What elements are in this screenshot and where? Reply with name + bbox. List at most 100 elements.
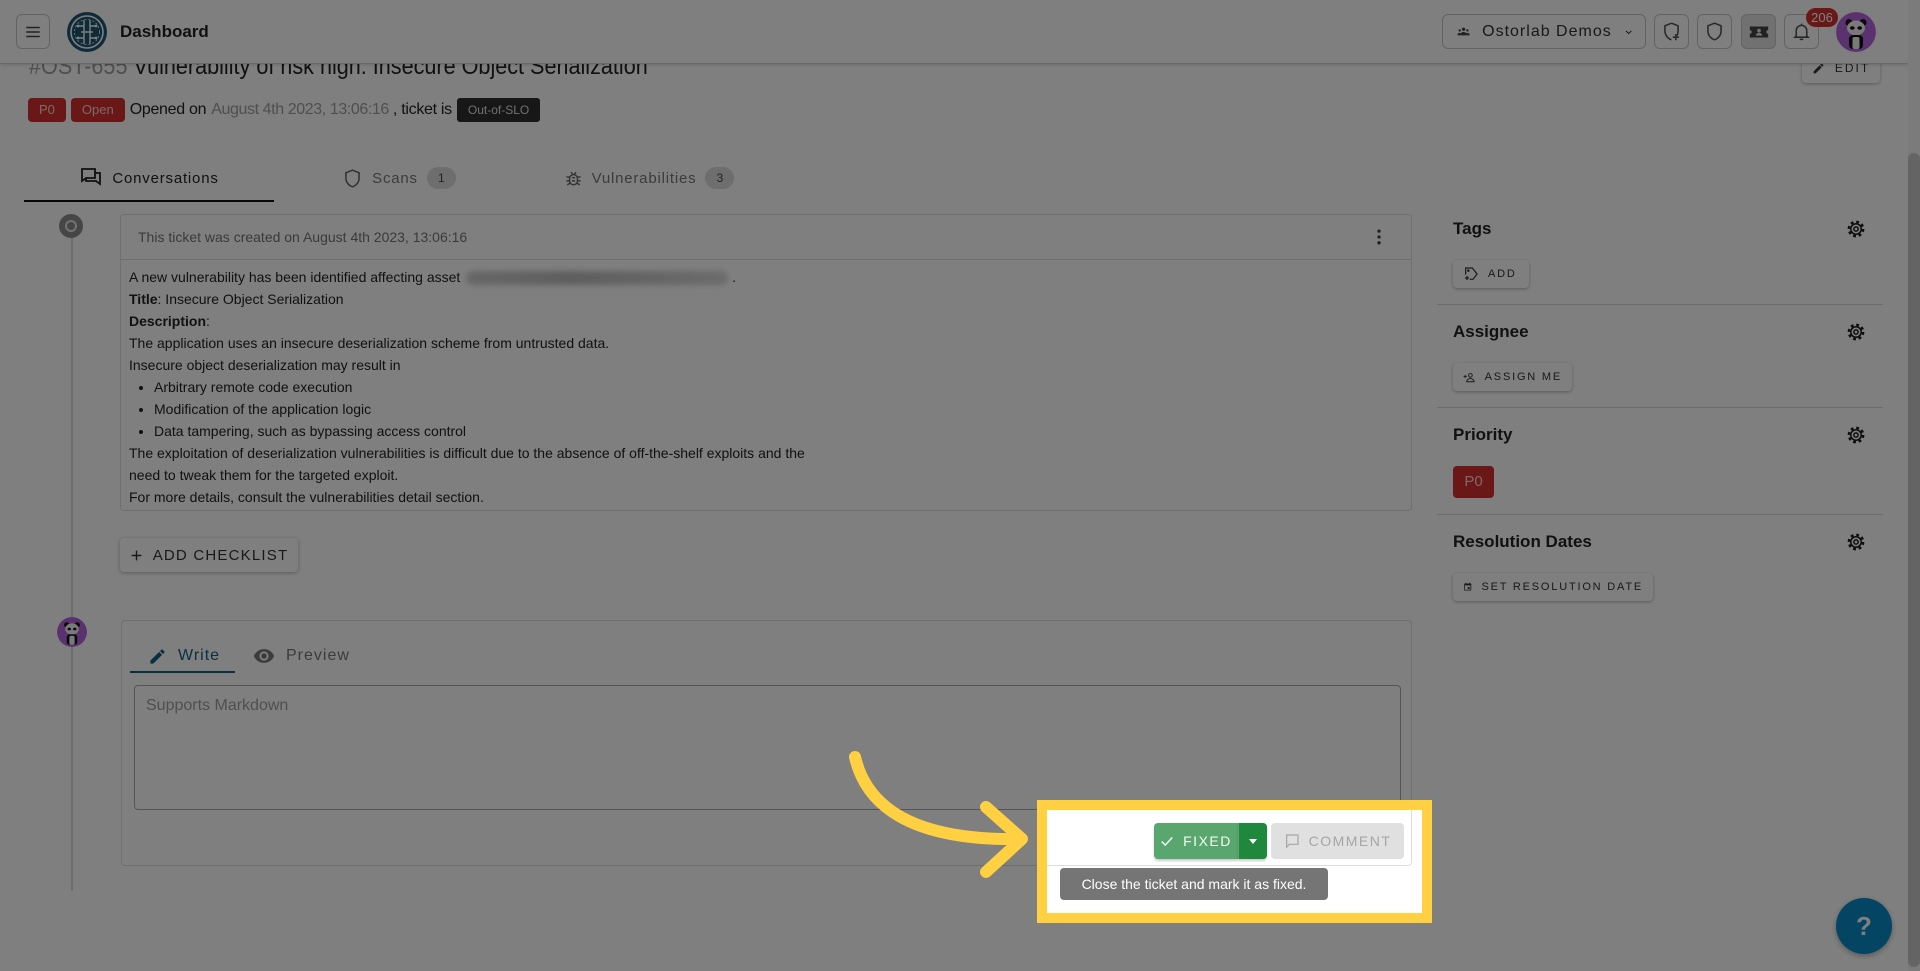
list-item: Modification of the application logic [154, 398, 1403, 420]
description-text: The application uses an insecure deseria… [129, 335, 610, 351]
description-text: Insecure object deserialization may resu… [129, 357, 401, 373]
plus-icon [131, 550, 142, 560]
tab-preview[interactable]: Preview [241, 641, 361, 671]
tab-conversations[interactable]: Conversations [24, 156, 274, 200]
gear-icon[interactable] [1846, 532, 1866, 552]
user-avatar[interactable] [1836, 12, 1876, 52]
priority-badge: P0 [28, 98, 66, 122]
intro-line: A new vulnerability has been identified … [129, 266, 1403, 288]
assignee-title: Assignee [1453, 322, 1529, 341]
comment-label: COMMENT [1308, 833, 1392, 849]
timeline-line [71, 226, 73, 891]
page-scrollbar[interactable] [1908, 0, 1920, 971]
slo-badge: Out-of-SLO [456, 98, 541, 122]
tab-scans[interactable]: Scans 1 [274, 156, 524, 200]
status-badge: Open [70, 98, 125, 122]
tab-count-badge: 1 [426, 167, 456, 189]
exploitation-text: The exploitation of deserialization vuln… [129, 445, 805, 461]
comment-author-avatar [57, 617, 87, 647]
chevron-down-icon [1625, 29, 1632, 34]
set-resolution-date-label: SET RESOLUTION DATE [1481, 581, 1643, 593]
section-divider [1437, 407, 1883, 408]
title-label: Title [129, 291, 158, 307]
hamburger-icon [26, 26, 40, 37]
scans-button[interactable] [1697, 14, 1732, 49]
priority-value-badge: P0 [1453, 466, 1494, 498]
more-options-icon[interactable] [1369, 227, 1389, 247]
resolution-dates-title: Resolution Dates [1453, 532, 1592, 551]
add-tag-button[interactable]: ADD [1453, 260, 1529, 288]
intro-suffix: . [728, 269, 737, 285]
eye-icon [253, 649, 275, 663]
ticket-is-label: , ticket is [392, 101, 452, 118]
app-title: Dashboard [120, 22, 209, 41]
active-editor-tab-indicator [130, 671, 235, 673]
list-item: Arbitrary remote code execution [154, 376, 1403, 398]
tab-label: Vulnerabilities [591, 169, 697, 187]
ticket-description-card: This ticket was created on August 4th 20… [120, 214, 1412, 511]
add-checklist-button[interactable]: ADD CHECKLIST [120, 538, 298, 572]
opened-on-label: Opened on [129, 101, 207, 118]
card-header: This ticket was created on August 4th 20… [121, 215, 1411, 260]
preview-label: Preview [286, 647, 350, 664]
gear-icon[interactable] [1846, 425, 1866, 445]
priority-title: Priority [1453, 425, 1513, 444]
section-divider [1437, 514, 1883, 515]
shield-icon [1707, 22, 1722, 41]
tab-count-badge: 3 [705, 167, 735, 189]
description-suffix: : [206, 313, 210, 329]
created-text: This ticket was created on August 4th 20… [138, 229, 468, 245]
list-item: Data tampering, such as bypassing access… [154, 420, 1403, 442]
tab-vulnerabilities[interactable]: Vulnerabilities 3 [524, 156, 774, 200]
assign-me-button[interactable]: ASSIGN ME [1453, 363, 1572, 391]
tags-title: Tags [1453, 219, 1492, 238]
check-icon [1161, 836, 1173, 847]
add-tag-label: ADD [1488, 268, 1517, 280]
caret-down-icon [1249, 839, 1257, 844]
gear-icon[interactable] [1846, 322, 1866, 342]
opened-date: August 4th 2023, 13:06:16 [211, 101, 389, 118]
comment-icon [1285, 834, 1299, 849]
tickets-button[interactable] [1741, 14, 1776, 49]
card-body: A new vulnerability has been identified … [121, 260, 1411, 514]
tab-label: Scans [372, 169, 418, 187]
notification-count-badge: 206 [1806, 8, 1838, 27]
new-scan-button[interactable] [1654, 14, 1689, 49]
ostorlab-logo[interactable] [67, 12, 107, 52]
set-resolution-date-button[interactable]: SET RESOLUTION DATE [1453, 573, 1653, 601]
tab-write[interactable]: Write [130, 641, 235, 671]
intro-text: A new vulnerability has been identified … [129, 269, 461, 285]
fixed-button-tooltip: Close the ticket and mark it as fixed. [1060, 868, 1328, 900]
ticket-icon [1749, 26, 1768, 37]
title-line: Title: Insecure Object Serialization [129, 288, 1403, 310]
menu-button[interactable] [16, 14, 50, 49]
title-value: : Insecure Object Serialization [157, 291, 344, 307]
close-options-dropdown[interactable] [1238, 823, 1267, 859]
group-icon [1457, 27, 1470, 36]
scrollbar-thumb[interactable] [1908, 153, 1920, 967]
active-tab-indicator [24, 200, 274, 202]
shield-plus-icon [1664, 22, 1679, 41]
section-divider [1437, 304, 1883, 305]
impact-list: Arbitrary remote code execution Modifica… [129, 376, 1403, 442]
comment-editor: Write Preview FIXED COMMENT [121, 620, 1412, 866]
help-button[interactable]: ? [1836, 898, 1892, 954]
panda-avatar-icon [1836, 12, 1876, 52]
tab-label: Conversations [112, 169, 219, 187]
gear-icon[interactable] [1846, 219, 1866, 239]
assign-me-label: ASSIGN ME [1484, 371, 1562, 383]
fixed-button[interactable]: FIXED [1154, 823, 1238, 859]
timeline-event-icon [59, 214, 83, 238]
shield-icon [345, 168, 360, 188]
comment-input[interactable] [134, 685, 1401, 810]
footer-text: For more details, consult the vulnerabil… [129, 489, 484, 505]
comment-button[interactable]: COMMENT [1271, 823, 1404, 859]
organization-selector[interactable]: Ostorlab Demos [1442, 14, 1646, 49]
person-add-icon [1463, 372, 1475, 382]
top-app-bar: Dashboard Ostorlab Demos 206 [0, 0, 1908, 64]
ticket-status-row: P0 Open Opened on August 4th 2023, 13:06… [28, 98, 541, 122]
tag-plus-icon [1465, 267, 1478, 280]
add-checklist-label: ADD CHECKLIST [152, 546, 289, 564]
exploitation-text: need to tweak them for the targeted expl… [129, 467, 399, 483]
asset-name-redacted [466, 271, 729, 286]
